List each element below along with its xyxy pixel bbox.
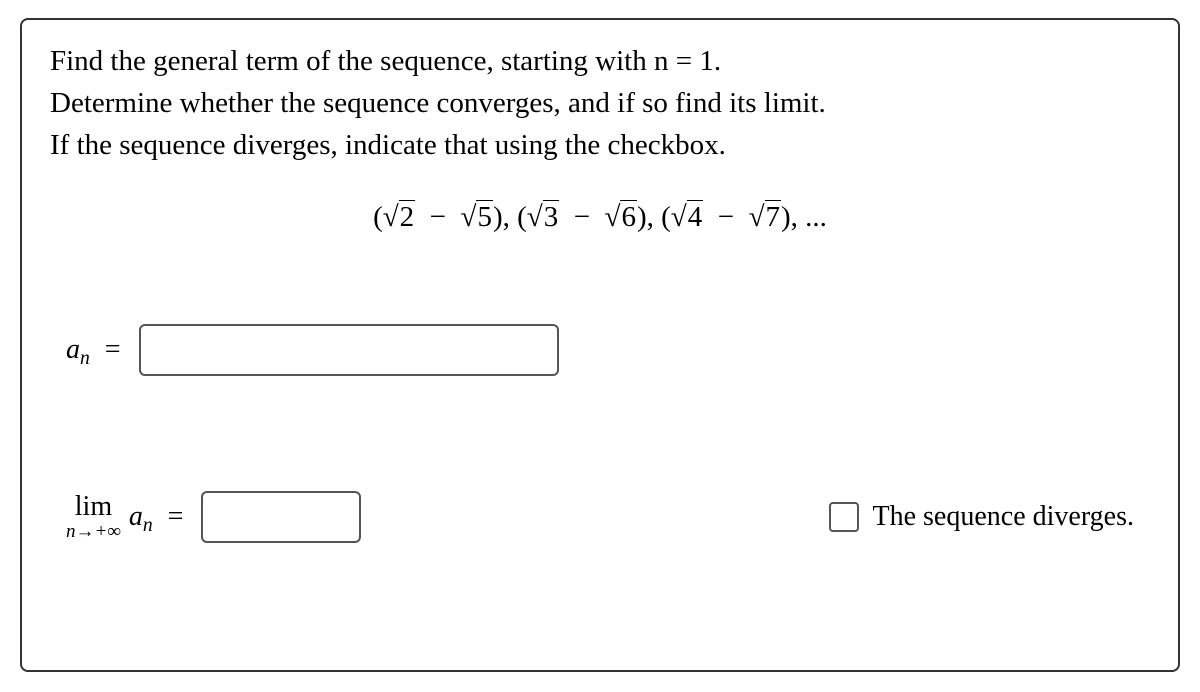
term2-b: 6 <box>620 200 637 234</box>
term3-a: 4 <box>687 200 704 234</box>
limit-input[interactable] <box>201 491 361 543</box>
term1-b: 5 <box>476 200 493 234</box>
general-term-input[interactable] <box>139 324 559 376</box>
limit-label: lim n→+∞ <box>66 492 121 541</box>
term1-a: 2 <box>399 200 416 234</box>
limit-left: lim n→+∞ an = <box>66 491 361 543</box>
diverges-checkbox[interactable] <box>829 502 859 532</box>
an-label: an = <box>66 334 129 366</box>
term3-b: 7 <box>765 200 782 234</box>
limit-row: lim n→+∞ an = The sequence diverges. <box>66 491 1134 543</box>
instructions-block: Find the general term of the sequence, s… <box>50 40 1150 166</box>
instruction-line-2: Determine whether the sequence converges… <box>50 87 826 119</box>
problem-container: Find the general term of the sequence, s… <box>20 18 1180 672</box>
limit-an-label: an = <box>129 501 192 533</box>
term2-a: 3 <box>543 200 560 234</box>
diverges-label: The sequence diverges. <box>873 501 1135 533</box>
instruction-line-1: Find the general term of the sequence, s… <box>50 45 721 77</box>
sequence-trailing: , ... <box>791 201 827 233</box>
instruction-line-3: If the sequence diverges, indicate that … <box>50 129 726 161</box>
diverges-group: The sequence diverges. <box>829 501 1135 533</box>
sequence-display: (2 − 5), (3 − 6), (4 − 7), ... <box>50 200 1150 234</box>
general-term-row: an = <box>66 324 1150 376</box>
